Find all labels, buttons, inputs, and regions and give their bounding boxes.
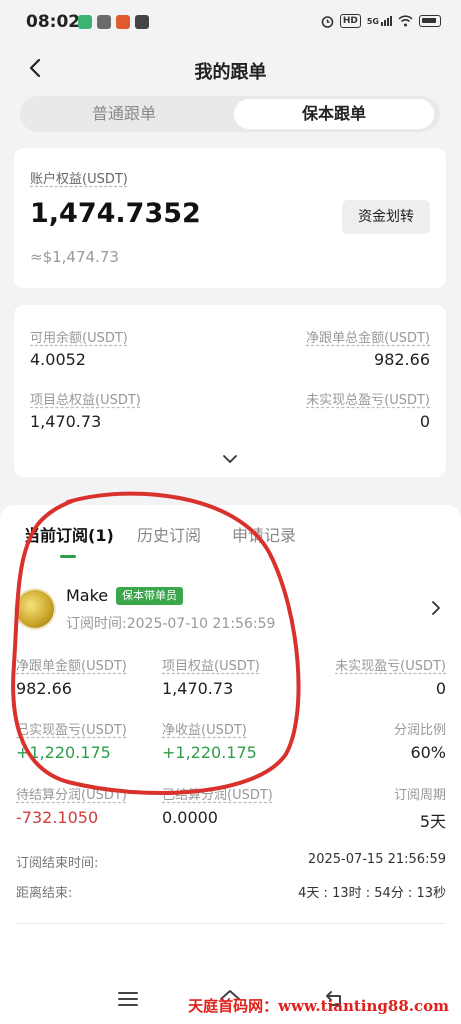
status-right-icons: HD 5G bbox=[321, 14, 441, 28]
net-amount-value: 982.66 bbox=[16, 679, 72, 698]
copy-type-segment: 普通跟单 保本跟单 bbox=[20, 96, 440, 132]
alarm-icon bbox=[321, 15, 334, 28]
battery-icon bbox=[419, 15, 441, 27]
tab-current-subscriptions[interactable]: 当前订阅(1) bbox=[24, 522, 114, 546]
share-ratio-value: 60% bbox=[410, 743, 446, 762]
equity-label: 账户权益(USDT) bbox=[30, 172, 128, 187]
period-label: 订阅周期 bbox=[393, 788, 446, 803]
app-notification-icon bbox=[116, 15, 130, 29]
watermark-text: 天庭首码网：www.tianting88.com bbox=[188, 997, 449, 1015]
wifi-icon bbox=[398, 15, 413, 27]
net-total-label: 净跟单总金额(USDT) bbox=[306, 331, 430, 346]
chevron-right-icon[interactable] bbox=[428, 600, 444, 616]
available-balance-label: 可用余额(USDT) bbox=[30, 331, 128, 346]
countdown-label: 距离结束: bbox=[16, 886, 73, 901]
realized-pnl-value: +1,220.175 bbox=[16, 743, 111, 762]
unrealized-pnl-value: 0 bbox=[435, 679, 446, 698]
end-time-label: 订阅结束时间: bbox=[16, 856, 99, 871]
period-value: 5天 bbox=[419, 812, 446, 831]
status-bar: 08:02 HD 5G bbox=[0, 0, 461, 44]
end-time-value: 2025-07-15 21:56:59 bbox=[307, 852, 446, 867]
subscribe-time: 订阅时间:2025-07-10 21:56:59 bbox=[66, 616, 276, 632]
unrealized-pnl-label: 未实现盈亏(USDT) bbox=[335, 659, 446, 674]
subscriptions-panel: 当前订阅(1) 历史订阅 申请记录 Make 保本带单员 订阅时间:2025-0… bbox=[0, 505, 461, 1024]
share-ratio-label: 分润比例 bbox=[393, 723, 446, 738]
unrealized-total-value: 0 bbox=[419, 412, 430, 431]
tab-normal-copy[interactable]: 普通跟单 bbox=[24, 99, 224, 129]
hd-icon: HD bbox=[339, 14, 361, 28]
network-label: 5G bbox=[366, 17, 379, 26]
account-equity-card: 账户权益(USDT) 1,474.7352 ≈$1,474.73 资金划转 bbox=[14, 148, 446, 288]
settled-share-label: 已结算分润(USDT) bbox=[162, 788, 273, 803]
net-income-label: 净收益(USDT) bbox=[162, 723, 247, 738]
equity-value: 1,474.7352 bbox=[30, 198, 201, 229]
tab-principal-protected-copy[interactable]: 保本跟单 bbox=[234, 99, 434, 129]
page-title: 我的跟单 bbox=[194, 62, 267, 83]
account-stats-card: 可用余额(USDT) 4.0052 净跟单总金额(USDT) 982.66 项目… bbox=[14, 305, 446, 477]
trader-name[interactable]: Make bbox=[66, 586, 108, 605]
menu-icon[interactable] bbox=[116, 988, 140, 1010]
divider bbox=[16, 923, 445, 924]
project-equity-label: 项目权益(USDT) bbox=[162, 659, 260, 674]
net-total-value: 982.66 bbox=[374, 350, 430, 369]
project-equity-label: 项目总权益(USDT) bbox=[30, 393, 141, 408]
tab-history-subscriptions[interactable]: 历史订阅 bbox=[137, 522, 201, 546]
header: 我的跟单 bbox=[0, 44, 461, 94]
avatar[interactable] bbox=[16, 590, 54, 628]
countdown-value: 4天 : 13时 : 54分 : 13秒 bbox=[298, 886, 446, 901]
net-amount-label: 净跟单金额(USDT) bbox=[16, 659, 127, 674]
unrealized-total-label: 未实现总盈亏(USDT) bbox=[306, 393, 430, 408]
project-equity-value: 1,470.73 bbox=[30, 412, 102, 431]
available-balance-value: 4.0052 bbox=[30, 350, 86, 369]
transfer-button[interactable]: 资金划转 bbox=[342, 200, 430, 234]
realized-pnl-label: 已实现盈亏(USDT) bbox=[16, 723, 127, 738]
net-income-value: +1,220.175 bbox=[162, 743, 257, 762]
active-tab-indicator bbox=[60, 555, 76, 558]
tab-application-records[interactable]: 申请记录 bbox=[232, 522, 296, 546]
pending-share-label: 待结算分润(USDT) bbox=[16, 788, 127, 803]
settled-share-value: 0.0000 bbox=[162, 808, 218, 827]
trader-badge: 保本带单员 bbox=[116, 587, 183, 605]
5g-signal-icon: 5G bbox=[367, 16, 392, 26]
project-equity-value: 1,470.73 bbox=[162, 679, 234, 698]
pending-share-value: -732.1050 bbox=[16, 808, 99, 827]
app-notification-icon bbox=[97, 15, 111, 29]
app-notification-icon bbox=[78, 15, 92, 29]
status-app-icons bbox=[78, 15, 149, 29]
app-notification-icon bbox=[135, 15, 149, 29]
status-time: 08:02 bbox=[26, 12, 81, 32]
chevron-down-icon[interactable] bbox=[221, 450, 239, 468]
equity-approx-usd: ≈$1,474.73 bbox=[30, 248, 119, 266]
